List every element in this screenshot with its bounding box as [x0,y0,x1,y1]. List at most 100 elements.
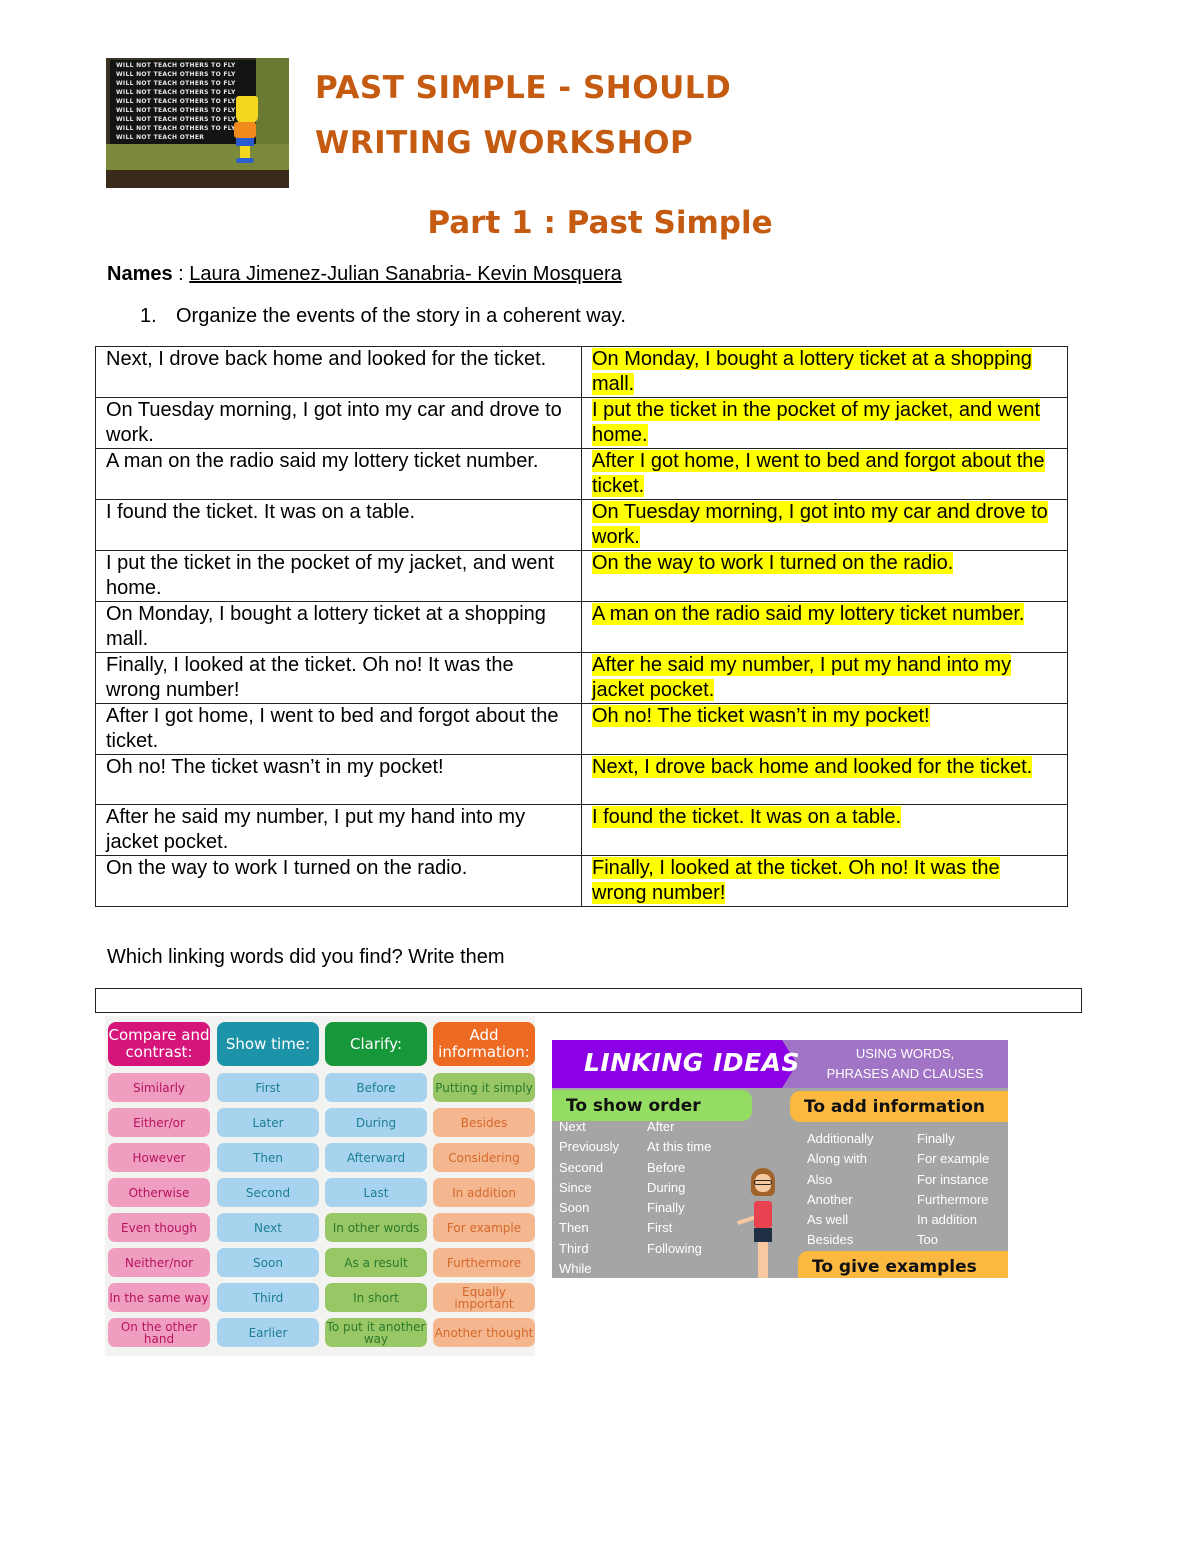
table-row: I found the ticket. It was on a table. On… [95,499,1068,551]
linking-ideas-image: LINKING IDEAS USING WORDS, PHRASES AND C… [552,1040,1008,1278]
event-ordered-cell[interactable]: I put the ticket in the pocket of my jac… [581,397,1068,449]
wall [106,144,289,170]
chalk-line: WILL NOT TEACH OTHERS TO FLY [116,71,236,78]
event-ordered-cell[interactable]: After he said my number, I put my hand i… [581,652,1068,704]
event-unordered: Next, I drove back home and looked for t… [95,346,582,398]
event-ordered-highlighted: On the way to work I turned on the radio… [592,552,954,574]
linking-idea-word: Along with [807,1151,867,1167]
section-heading-give-examples: To give examples [798,1251,1008,1278]
event-unordered: After I got home, I went to bed and forg… [95,703,582,755]
linking-word-pill: Next [217,1213,319,1242]
linking-idea-word: After [647,1119,675,1134]
table-row: A man on the radio said my lottery ticke… [95,448,1068,500]
event-unordered: A man on the radio said my lottery ticke… [95,448,582,500]
table-row: Finally, I looked at the ticket. Oh no! … [95,652,1068,704]
event-ordered-highlighted: Finally, I looked at the ticket. Oh no! … [592,857,1000,904]
linking-word-pill: Another thought [433,1318,535,1347]
linking-word-pill: Then [217,1143,319,1172]
event-ordered-cell[interactable]: Oh no! The ticket wasn’t in my pocket! [581,703,1068,755]
event-ordered-highlighted: After he said my number, I put my hand i… [592,654,1012,701]
linking-word-pill: In other words [325,1213,427,1242]
bart-chalkboard-image: WILL NOT TEACH OTHERS TO FLY WILL NOT TEA… [106,58,289,188]
linking-idea-word: During [647,1179,686,1195]
section-heading-add-information: To add information [790,1091,1008,1122]
linking-idea-word: Furthermore [917,1191,989,1207]
event-ordered-cell[interactable]: On Monday, I bought a lottery ticket at … [581,346,1068,398]
linking-column: Show time: First Later Then Second Next Soon Th… [217,1022,319,1353]
linking-column: Clarify: Before During Afterward Last In othe… [325,1022,427,1353]
part-title: Part 1 : Past Simple [0,205,1200,241]
event-ordered-cell[interactable]: On Tuesday morning, I got into my car an… [581,499,1068,551]
event-ordered-cell[interactable]: Finally, I looked at the ticket. Oh no! … [581,855,1068,907]
linking-idea-word: Additionally [807,1131,874,1146]
event-unordered: Oh no! The ticket wasn’t in my pocket! [95,754,582,805]
event-ordered-highlighted: On Tuesday morning, I got into my car an… [592,501,1048,548]
names-separator: : [172,263,190,285]
instruction: 1. Organize the events of the story in a … [140,305,626,328]
table-row: After he said my number, I put my hand i… [95,804,1068,856]
event-ordered-highlighted: After I got home, I went to bed and forg… [592,450,1045,497]
linking-word-pill: Otherwise [108,1178,210,1207]
wall-right [256,58,289,144]
linking-words-answer-box[interactable] [95,988,1082,1013]
event-ordered-highlighted: A man on the radio said my lottery ticke… [592,603,1025,625]
table-row: On the way to work I turned on the radio… [95,855,1068,907]
linking-word-pill: However [108,1143,210,1172]
linking-word-pill: Earlier [217,1318,319,1347]
linking-idea-word: For instance [917,1171,989,1187]
event-ordered-highlighted: I put the ticket in the pocket of my jac… [592,399,1041,446]
linking-idea-word: Second [559,1159,604,1175]
linking-column: Add information: Putting it simply Besides… [433,1022,535,1353]
table-row: After I got home, I went to bed and forg… [95,703,1068,755]
subtitle-line2: PHRASES AND CLAUSES [826,1066,984,1081]
linking-word-pill: Afterward [325,1143,427,1172]
linking-idea-word: Finally [917,1131,955,1146]
linking-idea-word: Following [647,1240,702,1256]
event-ordered-cell[interactable]: A man on the radio said my lottery ticke… [581,601,1068,653]
linking-ideas-subtitle: USING WORDS, PHRASES AND CLAUSES [810,1044,1000,1084]
instruction-number: 1. [140,305,157,327]
chalk-line: WILL NOT TEACH OTHERS TO FLY [116,89,236,96]
event-unordered: After he said my number, I put my hand i… [95,804,582,856]
document-subtitle: WRITING WORKSHOP [315,125,694,161]
linking-word-pill: Neither/nor [108,1248,210,1277]
column-heading: Show time: [217,1022,319,1066]
chalk-line: WILL NOT TEACH OTHERS TO FLY [116,107,236,114]
event-unordered: On the way to work I turned on the radio… [95,855,582,907]
teacher-skirt [754,1228,772,1242]
linking-idea-word: Then [559,1220,589,1236]
event-ordered-cell[interactable]: On the way to work I turned on the radio… [581,550,1068,602]
event-ordered-cell[interactable]: After I got home, I went to bed and forg… [581,448,1068,500]
linking-word-pill: As a result [325,1248,427,1277]
event-ordered-cell[interactable]: Next, I drove back home and looked for t… [581,754,1068,805]
linking-idea-word: Another [807,1191,853,1207]
linking-idea-word: Previously [559,1139,619,1155]
bart-shirt [234,122,256,138]
linking-word-pill: Furthermore [433,1248,535,1277]
linking-idea-word: Also [807,1171,833,1187]
linking-word-pill: Third [217,1283,319,1312]
event-unordered: On Monday, I bought a lottery ticket at … [95,601,582,653]
event-unordered: I put the ticket in the pocket of my jac… [95,550,582,602]
table-row: On Monday, I bought a lottery ticket at … [95,601,1068,653]
names-value[interactable]: Laura Jimenez-Julian Sanabria- Kevin Mos… [189,263,621,285]
chalk-line: WILL NOT TEACH OTHER [116,134,205,141]
linking-idea-word: Since [559,1179,592,1195]
linking-word-pill: Before [325,1073,427,1102]
event-ordered-cell[interactable]: I found the ticket. It was on a table. [581,804,1068,856]
event-unordered: I found the ticket. It was on a table. [95,499,582,551]
column-heading: Clarify: [325,1022,427,1066]
linking-idea-word: Too [917,1232,938,1248]
event-unordered: Finally, I looked at the ticket. Oh no! … [95,652,582,704]
bart-shoes [236,158,254,163]
event-ordered-highlighted: I found the ticket. It was on a table. [592,806,902,828]
linking-word-pill: Besides [433,1108,535,1137]
linking-word-pill: To put it another way [325,1318,427,1347]
linking-words-chart-image: Compare and contrast: Similarly Either/or H… [105,1016,535,1356]
table-row: Oh no! The ticket wasn’t in my pocket! Ne… [95,754,1068,805]
event-ordered-highlighted: Oh no! The ticket wasn’t in my pocket! [592,705,930,727]
linking-word-pill: In short [325,1283,427,1312]
linking-idea-word: Besides [807,1232,854,1248]
document-title: PAST SIMPLE - SHOULD [315,70,732,106]
event-ordered-highlighted: On Monday, I bought a lottery ticket at … [592,348,1032,395]
